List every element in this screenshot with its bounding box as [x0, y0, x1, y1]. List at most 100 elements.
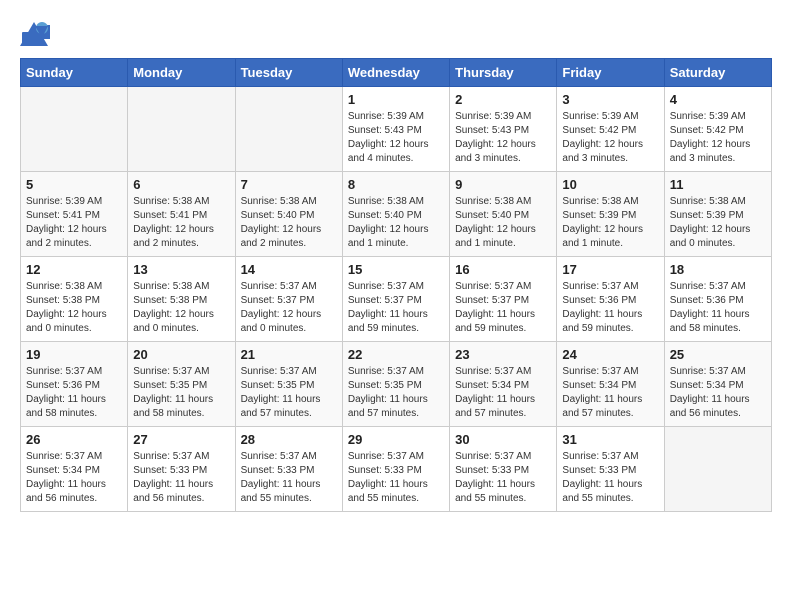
day-number: 7	[241, 177, 337, 192]
day-info: Sunrise: 5:37 AM Sunset: 5:36 PM Dayligh…	[670, 280, 766, 336]
calendar-cell: 6Sunrise: 5:38 AM Sunset: 5:41 PM Daylig…	[128, 172, 235, 257]
day-info: Sunrise: 5:37 AM Sunset: 5:33 PM Dayligh…	[562, 450, 658, 506]
day-info: Sunrise: 5:37 AM Sunset: 5:34 PM Dayligh…	[26, 450, 122, 506]
calendar-cell: 27 Sunrise: 5:37 AM Sunset: 5:33 PM Dayli…	[128, 427, 235, 512]
weekday-header-sunday: Sunday	[21, 59, 128, 87]
calendar-table: SundayMondayTuesdayWednesdayThursdayFrid…	[20, 58, 772, 512]
calendar-cell: 15Sunrise: 5:37 AM Sunset: 5:37 PM Dayli…	[342, 257, 449, 342]
weekday-header-tuesday: Tuesday	[235, 59, 342, 87]
calendar-cell: 18 Sunrise: 5:37 AM Sunset: 5:36 PM Dayli…	[664, 257, 771, 342]
day-number: 30	[455, 432, 551, 447]
day-info: Sunrise: 5:37 AM Sunset: 5:34 PM Dayligh…	[670, 365, 766, 421]
calendar-cell: 22Sunrise: 5:37 AM Sunset: 5:35 PM Dayli…	[342, 342, 449, 427]
calendar-week-row: 1 Sunrise: 5:39 AM Sunset: 5:43 PM Daylig…	[21, 87, 772, 172]
day-number: 13	[133, 262, 229, 277]
day-number: 10	[562, 177, 658, 192]
calendar-cell: 3 Sunrise: 5:39 AM Sunset: 5:42 PM Daylig…	[557, 87, 664, 172]
day-number: 8	[348, 177, 444, 192]
day-info: Sunrise: 5:39 AM Sunset: 5:42 PM Dayligh…	[562, 110, 658, 166]
day-number: 24	[562, 347, 658, 362]
day-info: Sunrise: 5:37 AM Sunset: 5:33 PM Dayligh…	[348, 450, 444, 506]
day-number: 2	[455, 92, 551, 107]
day-number: 9	[455, 177, 551, 192]
calendar-cell: 17 Sunrise: 5:37 AM Sunset: 5:36 PM Dayli…	[557, 257, 664, 342]
day-info: Sunrise: 5:37 AM Sunset: 5:37 PM Dayligh…	[241, 280, 337, 336]
day-number: 17	[562, 262, 658, 277]
weekday-header-wednesday: Wednesday	[342, 59, 449, 87]
day-info: Sunrise: 5:38 AM Sunset: 5:40 PM Dayligh…	[348, 195, 444, 251]
calendar-cell: 2 Sunrise: 5:39 AM Sunset: 5:43 PM Daylig…	[450, 87, 557, 172]
day-number: 27	[133, 432, 229, 447]
calendar-cell: 14 Sunrise: 5:37 AM Sunset: 5:37 PM Dayli…	[235, 257, 342, 342]
day-number: 26	[26, 432, 122, 447]
day-number: 21	[241, 347, 337, 362]
calendar-cell: 29 Sunrise: 5:37 AM Sunset: 5:33 PM Dayli…	[342, 427, 449, 512]
day-number: 11	[670, 177, 766, 192]
day-number: 4	[670, 92, 766, 107]
day-info: Sunrise: 5:37 AM Sunset: 5:33 PM Dayligh…	[241, 450, 337, 506]
calendar-cell: 12Sunrise: 5:38 AM Sunset: 5:38 PM Dayli…	[21, 257, 128, 342]
calendar-week-row: 12Sunrise: 5:38 AM Sunset: 5:38 PM Dayli…	[21, 257, 772, 342]
day-number: 1	[348, 92, 444, 107]
day-info: Sunrise: 5:37 AM Sunset: 5:36 PM Dayligh…	[562, 280, 658, 336]
calendar-week-row: 26 Sunrise: 5:37 AM Sunset: 5:34 PM Dayli…	[21, 427, 772, 512]
day-info: Sunrise: 5:38 AM Sunset: 5:40 PM Dayligh…	[241, 195, 337, 251]
calendar-cell: 13 Sunrise: 5:38 AM Sunset: 5:38 PM Dayli…	[128, 257, 235, 342]
calendar-cell: 11 Sunrise: 5:38 AM Sunset: 5:39 PM Dayli…	[664, 172, 771, 257]
day-info: Sunrise: 5:39 AM Sunset: 5:43 PM Dayligh…	[348, 110, 444, 166]
day-number: 22	[348, 347, 444, 362]
day-number: 16	[455, 262, 551, 277]
day-info: Sunrise: 5:38 AM Sunset: 5:39 PM Dayligh…	[562, 195, 658, 251]
day-number: 23	[455, 347, 551, 362]
calendar-cell: 20 Sunrise: 5:37 AM Sunset: 5:35 PM Dayli…	[128, 342, 235, 427]
calendar-cell	[235, 87, 342, 172]
logo-icon	[20, 20, 50, 48]
day-info: Sunrise: 5:39 AM Sunset: 5:43 PM Dayligh…	[455, 110, 551, 166]
calendar-cell: 4 Sunrise: 5:39 AM Sunset: 5:42 PM Daylig…	[664, 87, 771, 172]
day-info: Sunrise: 5:38 AM Sunset: 5:38 PM Dayligh…	[26, 280, 122, 336]
day-number: 31	[562, 432, 658, 447]
calendar-cell: 7 Sunrise: 5:38 AM Sunset: 5:40 PM Daylig…	[235, 172, 342, 257]
calendar-cell: 25 Sunrise: 5:37 AM Sunset: 5:34 PM Dayli…	[664, 342, 771, 427]
calendar-cell: 30 Sunrise: 5:37 AM Sunset: 5:33 PM Dayli…	[450, 427, 557, 512]
weekday-header-saturday: Saturday	[664, 59, 771, 87]
day-number: 6	[133, 177, 229, 192]
calendar-cell: 21 Sunrise: 5:37 AM Sunset: 5:35 PM Dayli…	[235, 342, 342, 427]
calendar-cell	[128, 87, 235, 172]
day-info: Sunrise: 5:38 AM Sunset: 5:39 PM Dayligh…	[670, 195, 766, 251]
day-number: 15	[348, 262, 444, 277]
day-number: 29	[348, 432, 444, 447]
day-info: Sunrise: 5:37 AM Sunset: 5:34 PM Dayligh…	[562, 365, 658, 421]
day-number: 20	[133, 347, 229, 362]
day-info: Sunrise: 5:38 AM Sunset: 5:38 PM Dayligh…	[133, 280, 229, 336]
day-number: 3	[562, 92, 658, 107]
calendar-cell: 31 Sunrise: 5:37 AM Sunset: 5:33 PM Dayli…	[557, 427, 664, 512]
day-info: Sunrise: 5:37 AM Sunset: 5:37 PM Dayligh…	[455, 280, 551, 336]
calendar-week-row: 19 Sunrise: 5:37 AM Sunset: 5:36 PM Dayli…	[21, 342, 772, 427]
day-number: 18	[670, 262, 766, 277]
calendar-cell: 23 Sunrise: 5:37 AM Sunset: 5:34 PM Dayli…	[450, 342, 557, 427]
day-info: Sunrise: 5:37 AM Sunset: 5:34 PM Dayligh…	[455, 365, 551, 421]
day-info: Sunrise: 5:39 AM Sunset: 5:41 PM Dayligh…	[26, 195, 122, 251]
day-info: Sunrise: 5:37 AM Sunset: 5:35 PM Dayligh…	[133, 365, 229, 421]
calendar-header-row: SundayMondayTuesdayWednesdayThursdayFrid…	[21, 59, 772, 87]
calendar-cell: 10 Sunrise: 5:38 AM Sunset: 5:39 PM Dayli…	[557, 172, 664, 257]
day-info: Sunrise: 5:37 AM Sunset: 5:33 PM Dayligh…	[455, 450, 551, 506]
day-info: Sunrise: 5:38 AM Sunset: 5:40 PM Dayligh…	[455, 195, 551, 251]
logo	[20, 20, 54, 48]
calendar-cell: 5 Sunrise: 5:39 AM Sunset: 5:41 PM Daylig…	[21, 172, 128, 257]
day-info: Sunrise: 5:39 AM Sunset: 5:42 PM Dayligh…	[670, 110, 766, 166]
day-info: Sunrise: 5:37 AM Sunset: 5:33 PM Dayligh…	[133, 450, 229, 506]
calendar-cell: 16 Sunrise: 5:37 AM Sunset: 5:37 PM Dayli…	[450, 257, 557, 342]
day-info: Sunrise: 5:37 AM Sunset: 5:35 PM Dayligh…	[241, 365, 337, 421]
day-number: 14	[241, 262, 337, 277]
day-number: 5	[26, 177, 122, 192]
weekday-header-monday: Monday	[128, 59, 235, 87]
day-number: 19	[26, 347, 122, 362]
calendar-week-row: 5 Sunrise: 5:39 AM Sunset: 5:41 PM Daylig…	[21, 172, 772, 257]
day-number: 25	[670, 347, 766, 362]
calendar-cell	[21, 87, 128, 172]
day-info: Sunrise: 5:37 AM Sunset: 5:36 PM Dayligh…	[26, 365, 122, 421]
page-header	[20, 20, 772, 48]
calendar-cell	[664, 427, 771, 512]
